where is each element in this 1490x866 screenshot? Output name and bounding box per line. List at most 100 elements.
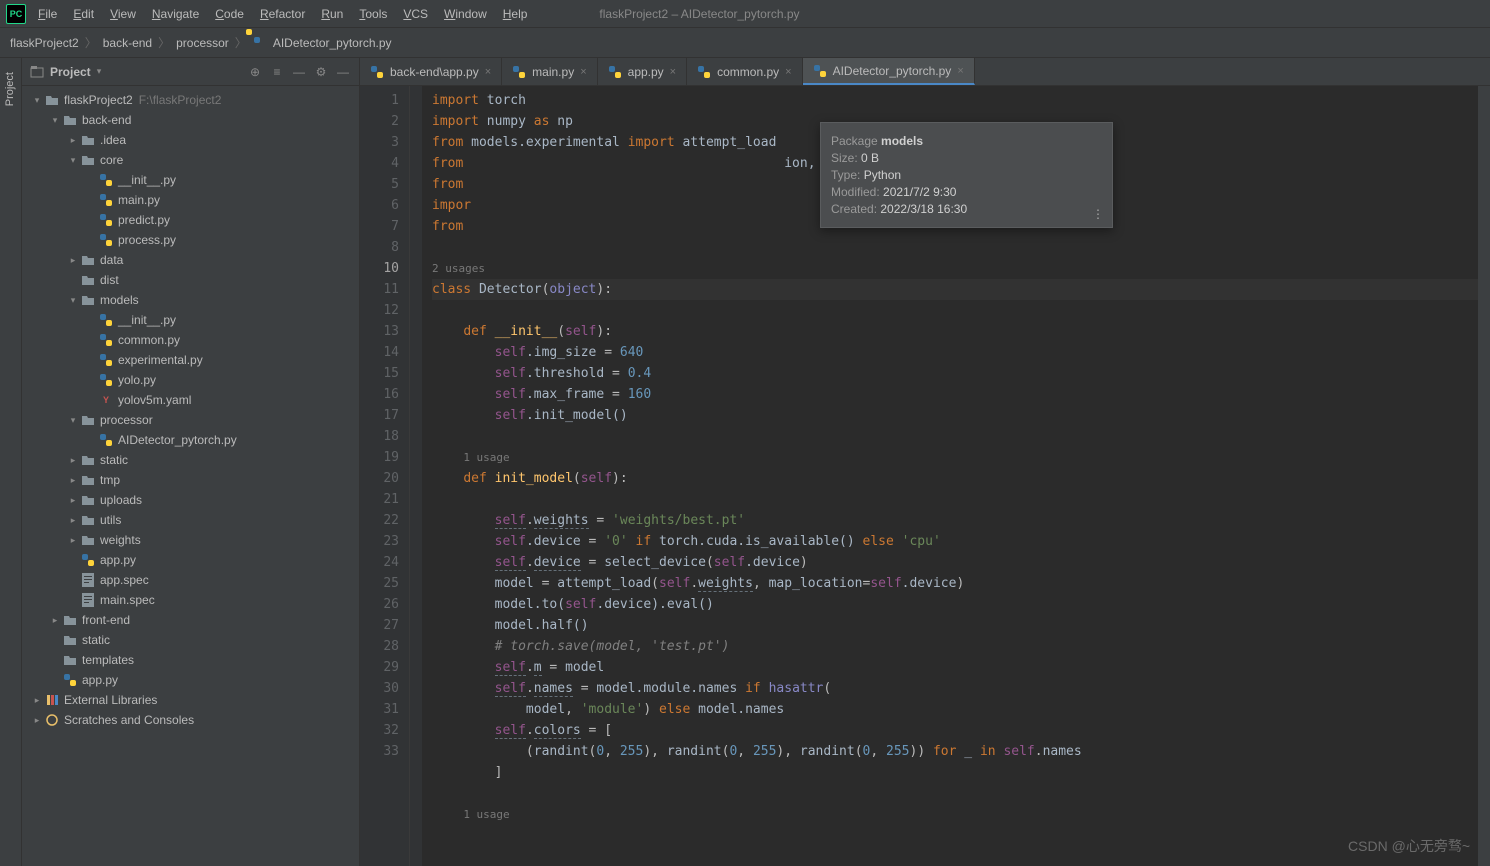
quick-doc-popup: Package models Size: 0 B Type: Python Mo… bbox=[820, 122, 1113, 228]
menu-vcs[interactable]: VCS bbox=[395, 3, 436, 25]
tree-item[interactable]: dist bbox=[22, 270, 359, 290]
tree-arrow-icon[interactable]: ▾ bbox=[48, 115, 62, 126]
tree-arrow-icon[interactable]: ▸ bbox=[48, 615, 62, 626]
tree-item[interactable]: ▾processor bbox=[22, 410, 359, 430]
editor-tab[interactable]: main.py× bbox=[502, 58, 597, 85]
line-gutter[interactable]: 1234567810111213141516171819202122232425… bbox=[360, 86, 410, 866]
breadcrumb-item[interactable]: processor bbox=[176, 36, 229, 50]
tree-arrow-icon[interactable]: ▸ bbox=[66, 135, 80, 146]
tree-item[interactable]: __init__.py bbox=[22, 310, 359, 330]
tree-item[interactable]: ▾models bbox=[22, 290, 359, 310]
folder-icon bbox=[80, 452, 96, 468]
tree-arrow-icon[interactable]: ▾ bbox=[66, 295, 80, 306]
tree-item[interactable]: ▸External Libraries bbox=[22, 690, 359, 710]
locate-icon[interactable]: ⊕ bbox=[247, 64, 263, 80]
tree-item[interactable]: ▾core bbox=[22, 150, 359, 170]
menu-tools[interactable]: Tools bbox=[351, 3, 395, 25]
tree-item[interactable]: __init__.py bbox=[22, 170, 359, 190]
py-icon bbox=[98, 192, 114, 208]
folder-icon bbox=[44, 92, 60, 108]
tree-item[interactable]: ▸front-end bbox=[22, 610, 359, 630]
tree-item[interactable]: main.spec bbox=[22, 590, 359, 610]
hide-icon[interactable]: — bbox=[335, 64, 351, 80]
tree-item[interactable]: Yyolov5m.yaml bbox=[22, 390, 359, 410]
close-icon[interactable]: × bbox=[785, 66, 791, 78]
project-view-selector[interactable]: Project ▾ bbox=[30, 65, 101, 79]
tree-item[interactable]: ▾back-end bbox=[22, 110, 359, 130]
tree-arrow-icon[interactable]: ▸ bbox=[66, 475, 80, 486]
tree-item[interactable]: ▾flaskProject2F:\flaskProject2 bbox=[22, 90, 359, 110]
folder-icon bbox=[80, 252, 96, 268]
tree-item[interactable]: ▸tmp bbox=[22, 470, 359, 490]
project-panel: Project ▾ ⊕ ≡ — ⚙ — ▾flaskProject2F:\fla… bbox=[22, 58, 360, 866]
tree-item[interactable]: main.py bbox=[22, 190, 359, 210]
tree-item[interactable]: app.py bbox=[22, 550, 359, 570]
breadcrumb-item[interactable]: back-end bbox=[103, 36, 152, 50]
tree-arrow-icon[interactable]: ▸ bbox=[66, 535, 80, 546]
menu-refactor[interactable]: Refactor bbox=[252, 3, 313, 25]
tree-item[interactable]: ▸static bbox=[22, 450, 359, 470]
tree-item[interactable]: ▸Scratches and Consoles bbox=[22, 710, 359, 730]
menu-file[interactable]: File bbox=[30, 3, 65, 25]
tree-arrow-icon[interactable]: ▸ bbox=[66, 515, 80, 526]
tree-item[interactable]: ▸utils bbox=[22, 510, 359, 530]
tree-item[interactable]: app.py bbox=[22, 670, 359, 690]
tree-item[interactable]: ▸weights bbox=[22, 530, 359, 550]
tree-arrow-icon[interactable]: ▸ bbox=[66, 455, 80, 466]
folder-icon bbox=[80, 152, 96, 168]
main-menu: FileEditViewNavigateCodeRefactorRunTools… bbox=[30, 7, 535, 21]
menu-code[interactable]: Code bbox=[207, 3, 252, 25]
tree-item[interactable]: ▸uploads bbox=[22, 490, 359, 510]
project-tool-tab[interactable]: Project bbox=[0, 66, 20, 112]
close-icon[interactable]: × bbox=[957, 65, 963, 77]
menu-run[interactable]: Run bbox=[313, 3, 351, 25]
tree-arrow-icon[interactable]: ▾ bbox=[30, 95, 44, 106]
tree-item[interactable]: yolo.py bbox=[22, 370, 359, 390]
close-icon[interactable]: × bbox=[580, 66, 586, 78]
gear-icon[interactable]: ⚙ bbox=[313, 64, 329, 80]
editor-tab[interactable]: common.py× bbox=[687, 58, 802, 85]
tree-arrow-icon[interactable]: ▸ bbox=[30, 715, 44, 726]
tree-arrow-icon[interactable]: ▸ bbox=[66, 255, 80, 266]
tree-arrow-icon[interactable]: ▾ bbox=[66, 415, 80, 426]
close-icon[interactable]: × bbox=[485, 66, 491, 78]
py-icon bbox=[98, 352, 114, 368]
expand-all-icon[interactable]: ≡ bbox=[269, 64, 285, 80]
tool-window-stripe[interactable]: Project bbox=[0, 58, 22, 866]
tree-arrow-icon[interactable]: ▾ bbox=[66, 155, 80, 166]
editor-tabs: back-end\app.py×main.py×app.py×common.py… bbox=[360, 58, 1490, 86]
folder-icon bbox=[62, 632, 78, 648]
close-icon[interactable]: × bbox=[670, 66, 676, 78]
folder-icon bbox=[80, 292, 96, 308]
tree-item[interactable]: AIDetector_pytorch.py bbox=[22, 430, 359, 450]
tree-arrow-icon[interactable]: ▸ bbox=[66, 495, 80, 506]
tree-item[interactable]: common.py bbox=[22, 330, 359, 350]
editor-tab[interactable]: AIDetector_pytorch.py× bbox=[803, 58, 975, 85]
tree-item[interactable]: ▸data bbox=[22, 250, 359, 270]
tree-item[interactable]: process.py bbox=[22, 230, 359, 250]
tree-item[interactable]: ▸.idea bbox=[22, 130, 359, 150]
tree-item[interactable]: predict.py bbox=[22, 210, 359, 230]
project-tree[interactable]: ▾flaskProject2F:\flaskProject2▾back-end▸… bbox=[22, 86, 359, 866]
chevron-down-icon: ▾ bbox=[97, 66, 102, 77]
tree-item[interactable]: static bbox=[22, 630, 359, 650]
editor-tab[interactable]: app.py× bbox=[598, 58, 687, 85]
more-icon[interactable]: ⋮ bbox=[1092, 207, 1104, 221]
tree-arrow-icon[interactable]: ▸ bbox=[30, 695, 44, 706]
editor-area: back-end\app.py×main.py×app.py×common.py… bbox=[360, 58, 1490, 866]
menu-edit[interactable]: Edit bbox=[65, 3, 102, 25]
tree-item[interactable]: app.spec bbox=[22, 570, 359, 590]
collapse-all-icon[interactable]: — bbox=[291, 64, 307, 80]
menu-help[interactable]: Help bbox=[495, 3, 536, 25]
fold-gutter[interactable] bbox=[410, 86, 422, 866]
menu-window[interactable]: Window bbox=[436, 3, 495, 25]
tree-item[interactable]: templates bbox=[22, 650, 359, 670]
editor-tab[interactable]: back-end\app.py× bbox=[360, 58, 502, 85]
breadcrumb-item[interactable]: AIDetector_pytorch.py bbox=[273, 36, 392, 50]
folder-icon bbox=[80, 512, 96, 528]
breadcrumb-item[interactable]: flaskProject2 bbox=[10, 36, 79, 50]
menu-view[interactable]: View bbox=[102, 3, 144, 25]
tree-item[interactable]: experimental.py bbox=[22, 350, 359, 370]
menu-navigate[interactable]: Navigate bbox=[144, 3, 207, 25]
editor-scrollbar[interactable] bbox=[1478, 86, 1490, 866]
